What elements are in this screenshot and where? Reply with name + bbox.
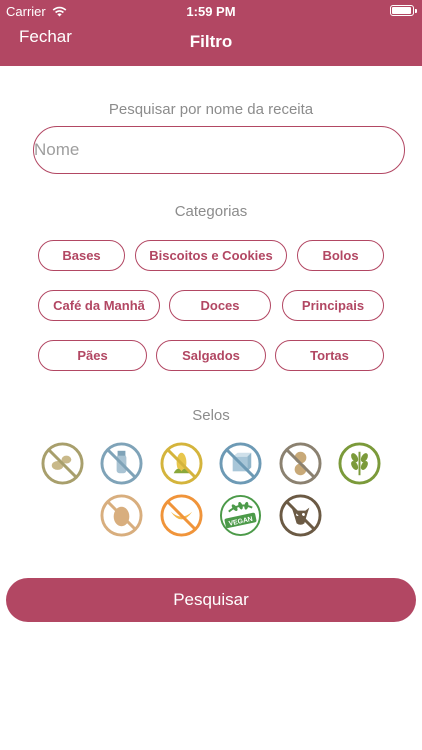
page-title: Filtro [189,32,233,51]
category-pill-bolos[interactable]: Bolos [297,240,384,271]
no-soy-seal-button[interactable] [41,442,84,485]
category-pill-principais[interactable]: Principais [282,290,384,321]
no-lactose-icon [100,442,143,485]
no-egg-seal-button[interactable] [100,494,143,537]
battery-icon [390,5,417,16]
no-soy-icon [41,442,84,485]
vegan-icon: VEGAN [219,494,262,537]
status-bar: Carrier 1:59 PM [0,0,422,22]
recipe-name-input[interactable] [33,126,405,174]
category-pill-tortas[interactable]: Tortas [275,340,384,371]
no-corn-seal-button[interactable] [160,442,203,485]
no-corn-icon [160,442,203,485]
search-label: Pesquisar por nome da receita [108,101,314,118]
status-time: 1:59 PM [186,4,236,19]
no-sugar-icon [219,442,262,485]
no-banana-icon [160,494,203,537]
no-peanut-icon [279,442,322,485]
gluten-free-seal-button[interactable] [338,442,381,485]
no-dairy-animal-icon [279,494,322,537]
category-pill-cafe-da-manha[interactable]: Café da Manhã [38,290,160,321]
categories-label: Categorias [174,203,248,220]
vegan-seal-button[interactable]: VEGAN [219,494,262,537]
nav-bar: Carrier 1:59 PM Fechar Filtro [0,0,422,66]
gluten-free-icon [338,442,381,485]
search-submit-button[interactable]: Pesquisar [6,578,416,622]
no-egg-icon [100,494,143,537]
category-pill-bases[interactable]: Bases [38,240,125,271]
no-lactose-seal-button[interactable] [100,442,143,485]
category-pill-doces[interactable]: Doces [169,290,271,321]
category-pill-paes[interactable]: Pães [38,340,147,371]
category-pill-salgados[interactable]: Salgados [156,340,266,371]
no-banana-seal-button[interactable] [160,494,203,537]
seals-label: Selos [192,407,230,424]
no-sugar-seal-button[interactable] [219,442,262,485]
category-pill-biscoitos-e-cookies[interactable]: Biscoitos e Cookies [135,240,287,271]
no-dairy-animal-seal-button[interactable] [279,494,322,537]
no-peanut-seal-button[interactable] [279,442,322,485]
